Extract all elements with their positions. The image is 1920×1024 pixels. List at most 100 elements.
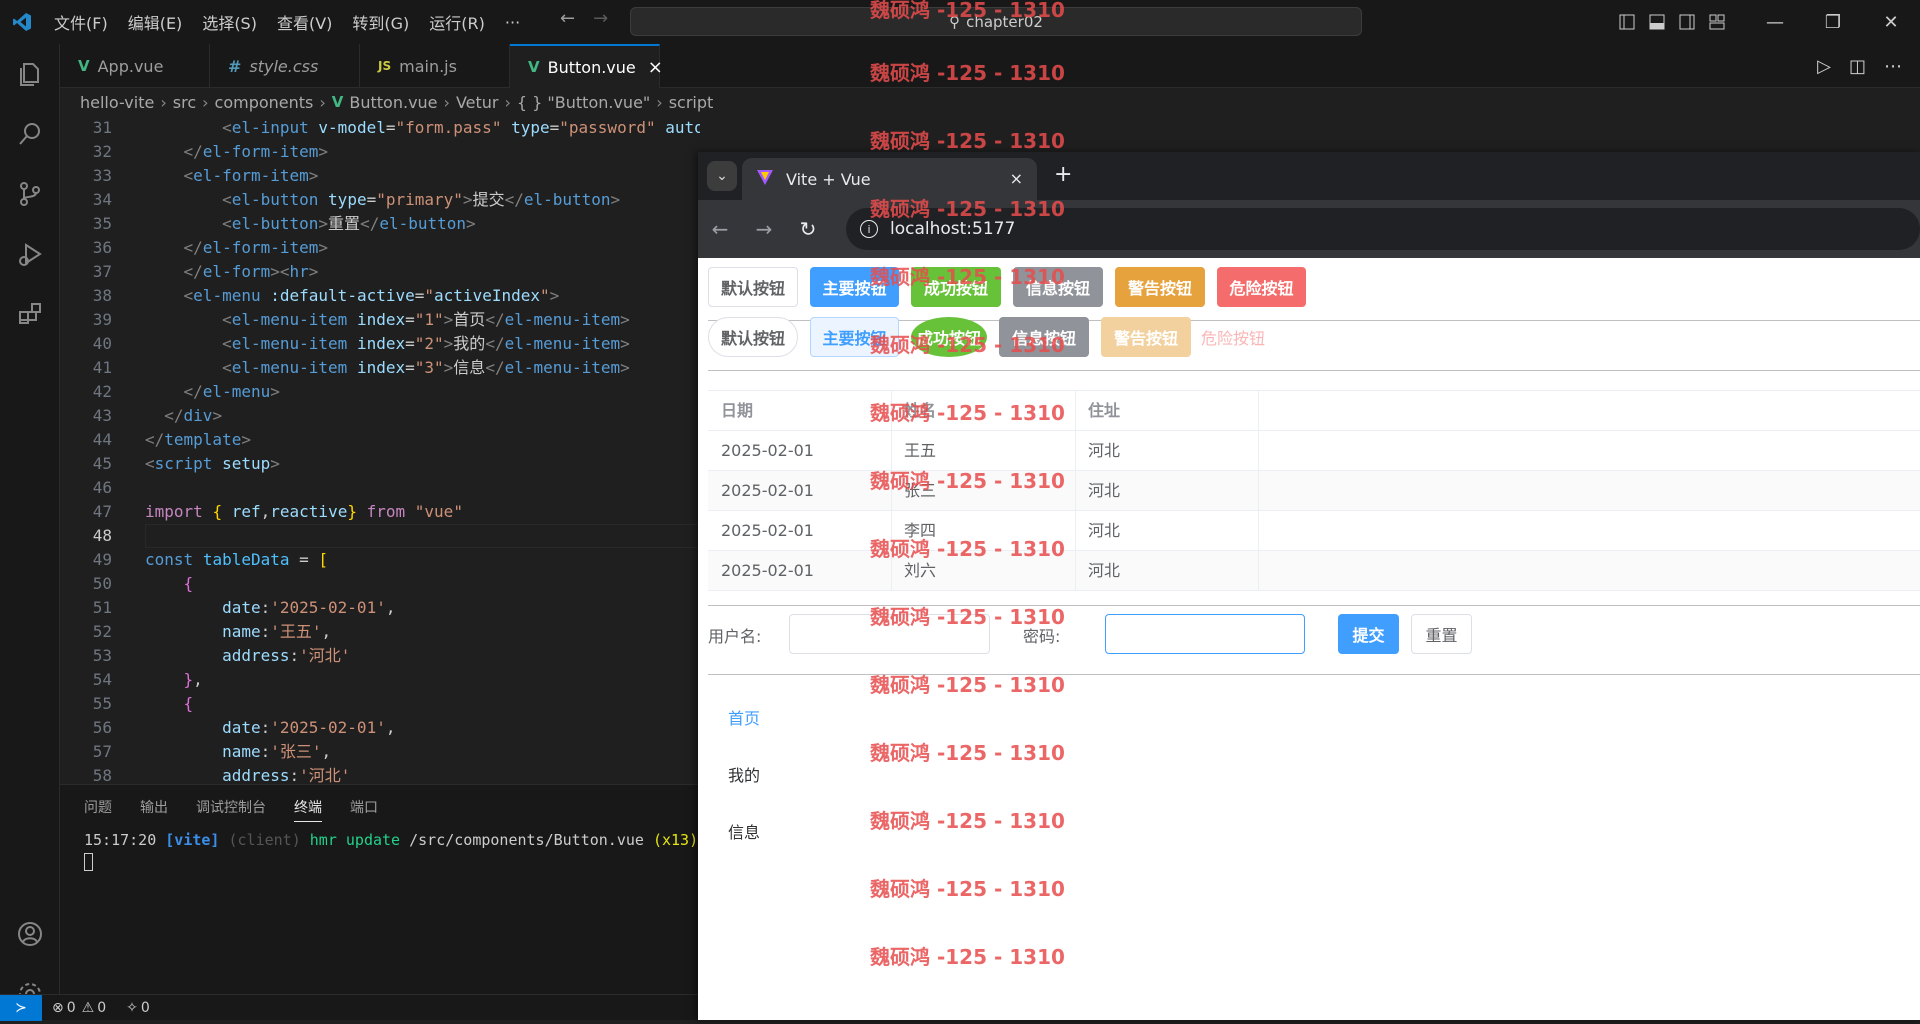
breadcrumb-item[interactable]: src [173, 93, 196, 112]
error-count: 0 [66, 999, 76, 1016]
url-text: localhost:5177 [890, 219, 1016, 239]
site-info-icon[interactable]: i [860, 220, 878, 238]
menu-go[interactable]: 转到(G) [342, 10, 419, 34]
reload-icon[interactable]: ↻ [786, 217, 830, 241]
code-line: <el-form-item> [183, 166, 319, 185]
tab-output[interactable]: 输出 [140, 797, 168, 822]
line-number: 56 [92, 718, 112, 737]
default-round-button[interactable]: 默认按钮 [708, 317, 798, 357]
success-button[interactable]: 成功按钮 [911, 267, 1001, 307]
close-tab-icon[interactable]: × [1010, 169, 1023, 188]
tab-problems[interactable]: 问题 [84, 797, 112, 822]
tab-terminal[interactable]: 终端 [294, 797, 322, 822]
source-control-icon[interactable] [0, 164, 60, 224]
run-debug-icon[interactable] [0, 224, 60, 284]
toggle-secondary-sidebar-icon[interactable] [1672, 0, 1702, 44]
menu-run[interactable]: 运行(R) [419, 10, 495, 34]
danger-button[interactable]: 危险按钮 [1217, 267, 1306, 307]
breadcrumb-item[interactable]: Vetur [456, 93, 499, 112]
primary-plain-button[interactable]: 主要按钮 [810, 317, 899, 357]
browser-tab[interactable]: Vite + Vue × [742, 158, 1037, 200]
table-row: 2025-02-01 李四 河北 [708, 511, 1920, 551]
password-input[interactable] [1105, 614, 1305, 654]
divider [708, 674, 1920, 675]
danger-link-button[interactable]: 危险按钮 [1201, 317, 1265, 357]
command-center-search[interactable]: ⚲ chapter02 [630, 7, 1362, 36]
menu-edit[interactable]: 编辑(E) [118, 10, 193, 34]
warning-button[interactable]: 警告按钮 [1115, 267, 1205, 307]
search-icon[interactable] [0, 104, 60, 164]
tab-app-vue[interactable]: V App.vue [60, 44, 210, 88]
default-button[interactable]: 默认按钮 [708, 267, 798, 307]
breadcrumb-item[interactable]: Button.vue [349, 93, 437, 112]
primary-button[interactable]: 主要按钮 [810, 267, 899, 307]
table-cell: 2025-02-01 [721, 441, 814, 460]
remote-icon[interactable]: ≻ [0, 994, 42, 1021]
address-bar[interactable]: i localhost:5177 [846, 208, 1920, 250]
code-line: address:'河北' [222, 646, 351, 665]
menu-item-mine[interactable]: 我的 [728, 762, 760, 786]
line-number: 48 [92, 526, 112, 545]
code-line: name:'王五', [222, 622, 332, 641]
run-icon[interactable]: ▷ [1817, 56, 1831, 77]
js-file-icon: JS [378, 59, 392, 73]
line-number: 54 [92, 670, 112, 689]
code-line: date:'2025-02-01', [222, 718, 396, 737]
code-line: const tableData = [ [145, 550, 329, 569]
breadcrumb-item[interactable]: hello-vite [80, 93, 154, 112]
reset-button[interactable]: 重置 [1411, 614, 1472, 654]
tab-search-chevron-icon[interactable]: ⌄ [707, 161, 737, 191]
breadcrumb-item[interactable]: components [215, 93, 314, 112]
back-arrow-icon[interactable]: ← [560, 8, 575, 29]
tab-style-css[interactable]: # style.css [210, 44, 360, 88]
new-tab-button[interactable]: + [1054, 162, 1072, 187]
table-cell: 李四 [904, 521, 937, 540]
more-actions-icon[interactable]: ⋯ [1884, 56, 1902, 77]
menu-item-info[interactable]: 信息 [728, 819, 760, 843]
minimize-icon[interactable]: — [1746, 0, 1804, 44]
line-number: 40 [92, 334, 112, 353]
submit-button[interactable]: 提交 [1338, 614, 1399, 654]
back-arrow-icon[interactable]: ← [698, 217, 742, 241]
error-icon[interactable]: ⊗ [52, 1000, 64, 1016]
breadcrumb-item[interactable]: { } "Button.vue" [517, 93, 650, 112]
code-editor[interactable]: 31 <el-input v-model="form.pass" type="p… [60, 116, 700, 784]
menu-selection[interactable]: 选择(S) [192, 10, 267, 34]
window-controls: — ❐ ✕ [1612, 0, 1920, 44]
success-circle-button[interactable]: 成功按钮 [911, 317, 987, 357]
tab-button-vue[interactable]: V Button.vue × [510, 44, 663, 88]
tab-debug-console[interactable]: 调试控制台 [196, 797, 266, 822]
browser-toolbar: ← → ↻ i localhost:5177 [698, 200, 1920, 258]
chevron-right-icon: › [443, 92, 450, 112]
username-label: 用户名: [708, 627, 762, 646]
tab-main-js[interactable]: JS main.js [360, 44, 510, 88]
close-window-icon[interactable]: ✕ [1862, 0, 1920, 44]
ports-icon[interactable]: ✧ [126, 1000, 138, 1016]
menu-item-home[interactable]: 首页 [728, 705, 760, 729]
breadcrumb-item[interactable]: script [669, 93, 714, 112]
forward-arrow-icon[interactable]: → [742, 217, 786, 241]
toggle-panel-icon[interactable] [1642, 0, 1672, 44]
warning-icon[interactable]: ⚠ [82, 1000, 95, 1016]
menu-file[interactable]: 文件(F) [44, 10, 118, 34]
code-line: address:'河北' [222, 766, 351, 784]
extensions-icon[interactable] [0, 284, 60, 344]
maximize-icon[interactable]: ❐ [1804, 0, 1862, 44]
terminal-output[interactable]: 15:17:20 [vite] (client) hmr update /src… [84, 831, 698, 849]
forward-arrow-icon[interactable]: → [593, 8, 608, 29]
info-button[interactable]: 信息按钮 [999, 317, 1089, 357]
line-number: 46 [92, 478, 112, 497]
info-button[interactable]: 信息按钮 [1013, 267, 1103, 307]
accounts-icon[interactable] [0, 904, 60, 964]
tab-label: App.vue [97, 56, 164, 76]
tab-ports[interactable]: 端口 [350, 797, 378, 822]
close-tab-icon[interactable]: × [648, 57, 663, 78]
menu-view[interactable]: 查看(V) [267, 10, 342, 34]
split-editor-icon[interactable]: ◫ [1849, 56, 1866, 77]
explorer-icon[interactable] [0, 44, 60, 104]
username-input[interactable] [789, 614, 990, 654]
menu-more[interactable]: ··· [495, 13, 530, 32]
customize-layout-icon[interactable] [1702, 0, 1732, 44]
data-table: 日期 姓名 住址 2025-02-01 王五 河北 2025-02-01 张三 … [708, 390, 1920, 591]
toggle-primary-sidebar-icon[interactable] [1612, 0, 1642, 44]
